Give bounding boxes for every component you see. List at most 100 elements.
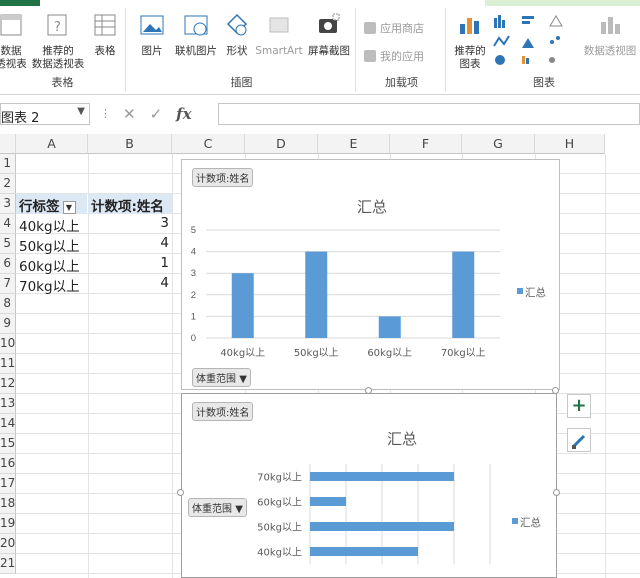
pivot-row-label[interactable]: 70kg以上 [19,274,87,295]
table-button[interactable]: 表格 [88,12,122,58]
online-picture-icon [184,15,208,36]
store-button[interactable]: 应用商店 [364,20,424,36]
file-tab-accent [0,0,40,6]
group-illustrations: 图片 联机图片 形状 SmartArt 屏幕截图 插图 [128,8,356,92]
recommended-charts-icon [460,18,479,34]
pivot-row-value[interactable]: 4 [88,274,169,294]
row-header-17[interactable]: 17 [0,474,16,494]
bar [378,316,401,338]
screenshot-button[interactable]: 屏幕截图 [304,12,354,58]
legend-label: 汇总 [520,516,541,529]
pivot-row-label[interactable]: 60kg以上 [19,254,87,275]
recommended-pivot-button[interactable]: ? 推荐的 数据透视表 [28,12,88,71]
bar [310,472,454,481]
resize-handle[interactable] [177,489,184,496]
legend-label: 汇总 [525,286,546,299]
pivot-row-value[interactable]: 4 [88,234,169,254]
column-header-B[interactable]: B [88,134,172,154]
row-header-13[interactable]: 13 [0,394,16,414]
svg-text:?: ? [54,20,61,35]
group-label-tables: 表格 [51,76,74,89]
ribbon-topbar [0,0,640,6]
group-label-illustrations: 插图 [230,76,253,89]
bar [310,522,454,531]
pivot-row-label[interactable]: 50kg以上 [19,234,87,255]
pivot-chart-button[interactable]: 数据透视图 [580,12,640,58]
x-tick-label: 70kg以上 [441,347,486,359]
picture-button[interactable]: 图片 [134,12,170,58]
axis-field-button[interactable]: 体重范围 ▼ [192,368,251,387]
shapes-icon [226,13,248,36]
pivot-row-value[interactable]: 1 [88,254,169,274]
name-box[interactable]: 图表 2 ▼ [0,103,90,126]
column-header-C[interactable]: C [172,134,245,154]
column-header-A[interactable]: A [16,134,88,154]
row-header-16[interactable]: 16 [0,454,16,474]
formula-bar: 图表 2 ▼ ⋮ ✕ ✓ fx [0,100,640,128]
column-header-F[interactable]: F [390,134,462,154]
column-header-D[interactable]: D [245,134,318,154]
pivot-table-button[interactable]: 数据 透视表 [0,12,28,71]
row-header-7[interactable]: 7 [0,274,16,294]
bar [305,251,328,338]
y-tick-label: 5 [191,225,196,236]
row-header-12[interactable]: 12 [0,374,16,394]
confirm-icon[interactable]: ✓ [150,105,163,123]
row-header-20[interactable]: 20 [0,534,16,554]
chart-type-gallery[interactable] [492,12,578,68]
smartart-icon [269,17,289,33]
group-label-charts: 图表 [533,76,555,89]
pivot-value-header[interactable]: 计数项:姓名 [88,194,172,215]
chart-styles-button[interactable] [567,428,591,452]
recommended-charts-button[interactable]: 推荐的 图表 [450,12,490,71]
formula-bar-grip-icon: ⋮ [100,107,111,120]
filter-dropdown-icon[interactable]: ▼ [62,200,76,214]
store-icon [364,22,376,34]
row-header-18[interactable]: 18 [0,494,16,514]
bar-chart-plot: 70kg以上 60kg以上 50kg以上 40kg以上 汇总 [257,464,541,564]
row-header-11[interactable]: 11 [0,354,16,374]
smartart-button[interactable]: SmartArt [254,12,304,58]
row-header-14[interactable]: 14 [0,414,16,434]
group-label-addins: 加载项 [385,76,418,89]
row-header-4[interactable]: 4 [0,214,16,234]
row-header-8[interactable]: 8 [0,294,16,314]
row-header-9[interactable]: 9 [0,314,16,334]
x-tick-label: 50kg以上 [294,347,339,359]
axis-field-button[interactable]: 体重范围 ▼ [188,498,247,517]
resize-handle[interactable] [553,489,560,496]
column-header-G[interactable]: G [462,134,535,154]
column-chart-plot: 0 1 2 3 4 5 40kg以上 50kg以上 60kg以上 70kg以上 汇总 [191,225,547,359]
x-tick-label: 60kg以上 [367,347,412,359]
bar [231,273,254,338]
row-header-6[interactable]: 6 [0,254,16,274]
column-gridline [605,154,606,578]
chart-elements-button[interactable]: + [567,394,591,418]
pivot-table-icon [0,14,22,36]
online-picture-button[interactable]: 联机图片 [168,12,224,58]
pivot-row-label-header[interactable]: 行标签 ▼ [16,194,87,215]
pivot-row-value[interactable]: 3 [88,214,169,234]
bar-chart[interactable]: 计数项:姓名 汇总 70kg以上 60kg以上 50kg以上 40kg以上 汇总 体重范… [181,393,557,578]
row-header-2[interactable]: 2 [0,174,16,194]
row-header-15[interactable]: 15 [0,434,16,454]
shapes-button[interactable]: 形状 [220,12,254,58]
row-header-3[interactable]: 3 [0,194,16,214]
screenshot-icon [319,13,340,33]
insert-function-icon[interactable]: fx [176,105,191,123]
select-all-corner[interactable] [0,134,16,154]
column-header-E[interactable]: E [318,134,390,154]
column-chart[interactable]: 计数项:姓名 汇总 0 1 2 3 4 5 40kg以上 50kg以上 60kg以上 70kg以上… [181,159,560,390]
chart-tools-accent [485,0,640,6]
row-header-19[interactable]: 19 [0,514,16,534]
pivot-row-label[interactable]: 40kg以上 [19,214,87,235]
formula-input[interactable] [218,103,640,125]
my-apps-button[interactable]: 我的应用 [364,48,424,64]
column-header-H[interactable]: H [535,134,605,154]
row-header-21[interactable]: 21 [0,554,16,574]
row-header-5[interactable]: 5 [0,234,16,254]
row-header-1[interactable]: 1 [0,154,16,174]
pivot-chart-icon [601,17,620,34]
cancel-icon[interactable]: ✕ [123,105,136,123]
row-header-10[interactable]: 10 [0,334,16,354]
